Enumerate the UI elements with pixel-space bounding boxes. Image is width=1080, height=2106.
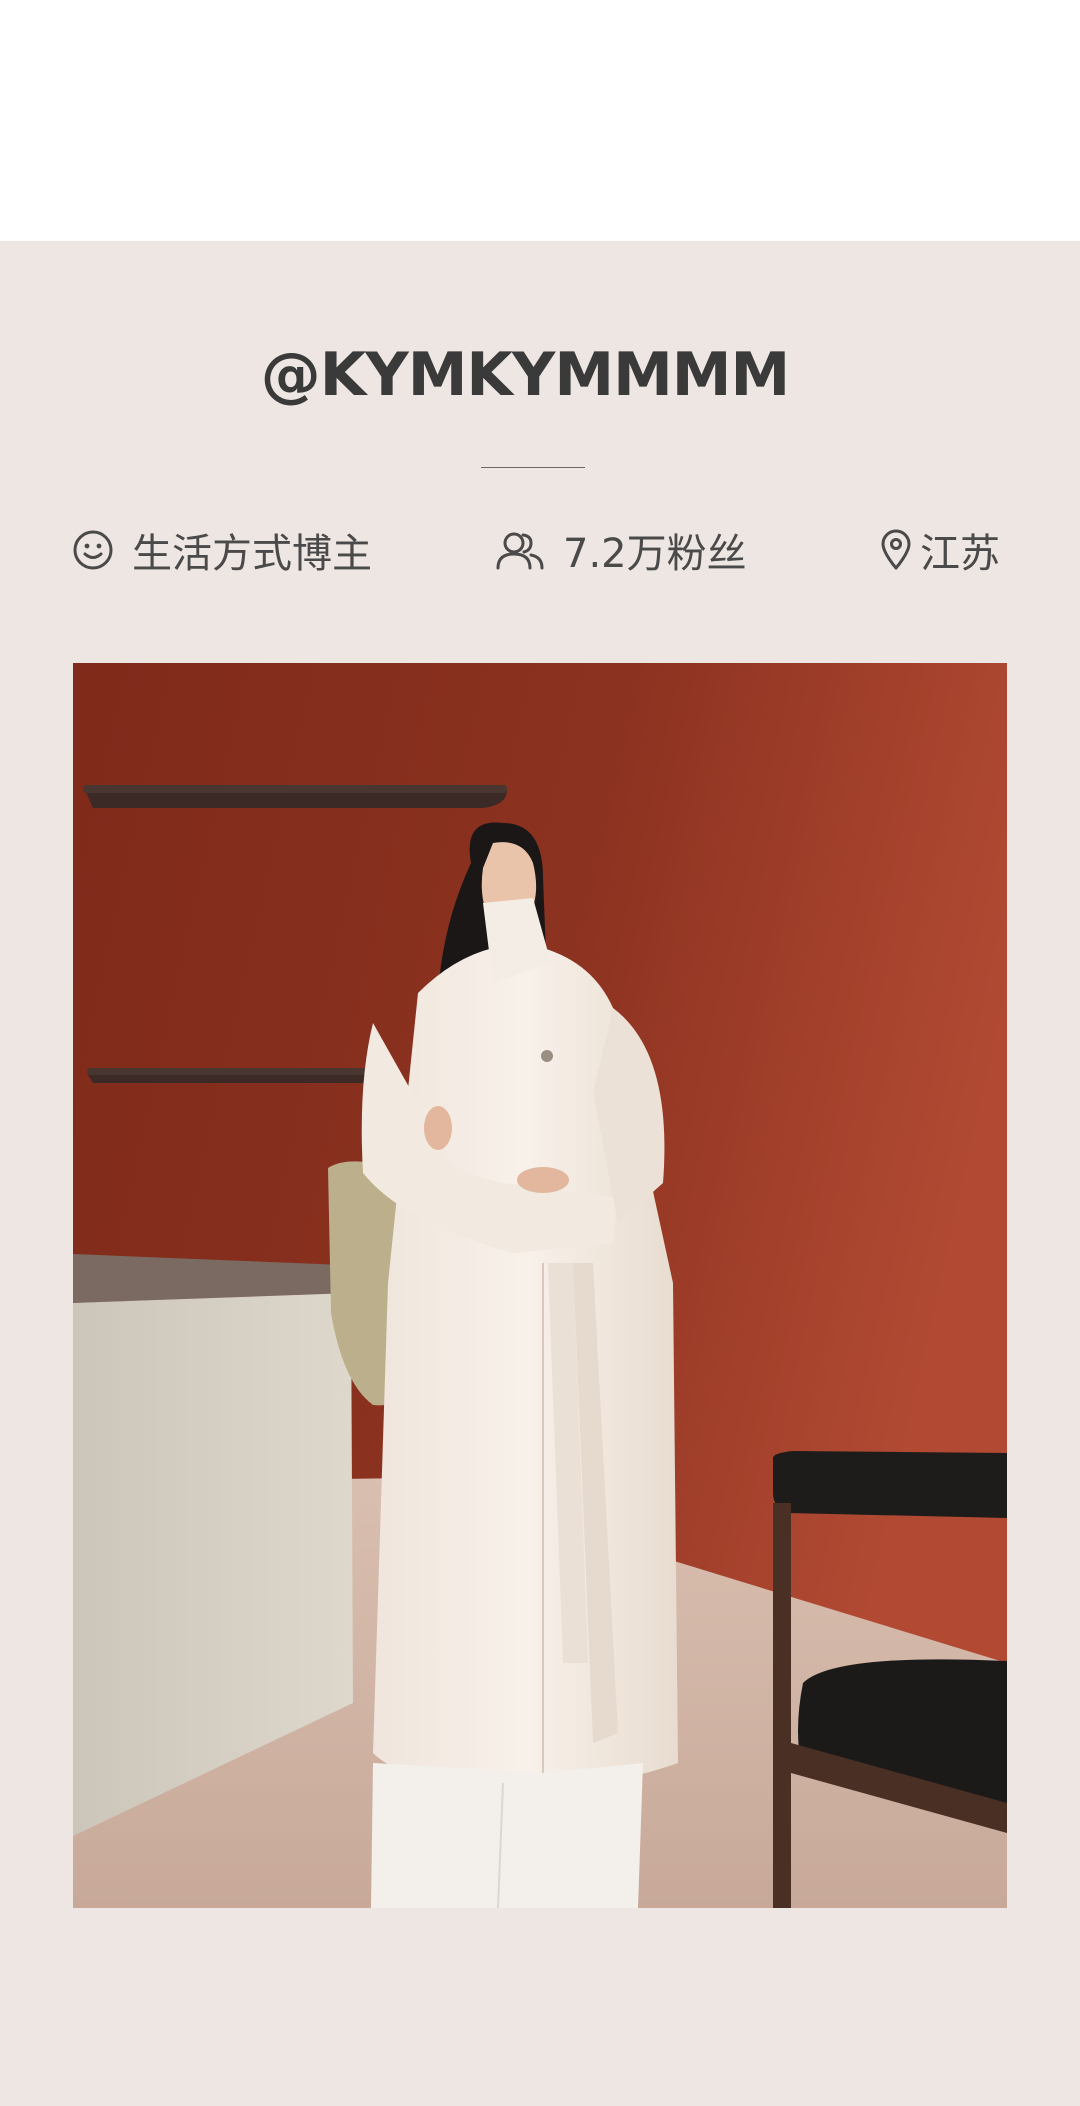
smiley-icon (72, 529, 114, 571)
category-tag: 生活方式博主 (72, 520, 372, 580)
location-label: 江苏 (920, 531, 1000, 577)
users-icon (495, 529, 545, 571)
title-divider (481, 467, 585, 468)
followers-tag: 7.2万粉丝 (495, 520, 747, 580)
map-pin-icon (880, 529, 912, 571)
top-blank-area (0, 0, 1080, 241)
category-label: 生活方式博主 (132, 531, 372, 577)
followers-label: 7.2万粉丝 (563, 531, 747, 577)
profile-handle: @KYMKYMMMM (260, 340, 790, 410)
profile-photo (73, 663, 1007, 1908)
location-tag: 江苏 (880, 520, 1000, 580)
